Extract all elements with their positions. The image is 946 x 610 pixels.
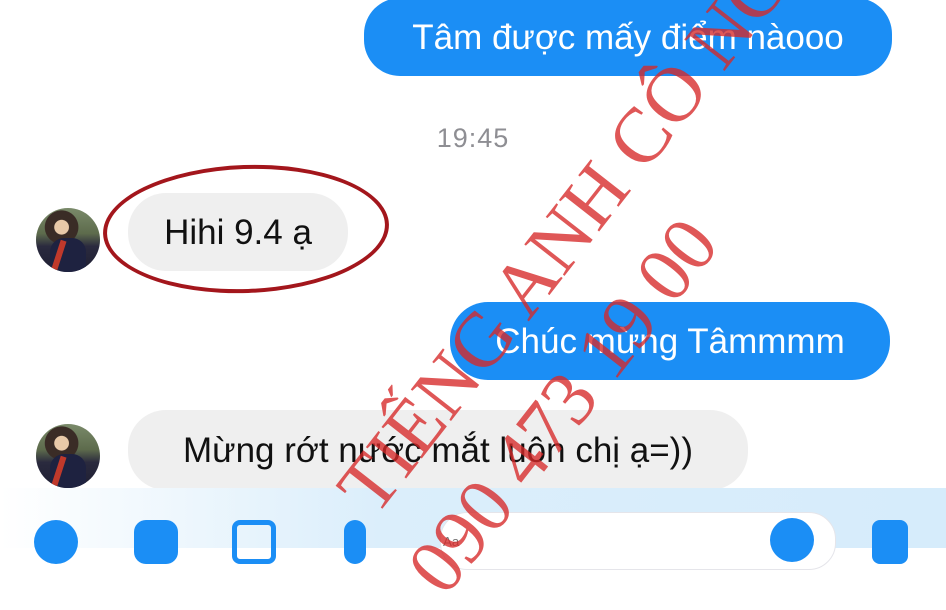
highlight-circle bbox=[100, 160, 392, 298]
plus-icon[interactable] bbox=[34, 520, 78, 564]
emoji-icon[interactable] bbox=[770, 518, 814, 562]
avatar[interactable] bbox=[36, 424, 100, 488]
message-text: Mừng rớt nước mắt luôn chị ạ=)) bbox=[182, 430, 693, 470]
avatar[interactable] bbox=[36, 208, 100, 272]
message-text: Chúc mừng Tâmmmm bbox=[495, 321, 845, 361]
camera-icon[interactable] bbox=[134, 520, 178, 564]
message-bubble-outgoing[interactable]: Chúc mừng Tâmmmm bbox=[450, 302, 890, 380]
message-bubble-outgoing[interactable]: Tâm được mấy điểm nàooo bbox=[364, 0, 892, 76]
message-text: Tâm được mấy điểm nàooo bbox=[412, 17, 844, 57]
gallery-icon[interactable] bbox=[232, 520, 276, 564]
mic-icon[interactable] bbox=[344, 520, 366, 564]
message-timestamp: 19:45 bbox=[436, 123, 510, 153]
thumbs-up-icon[interactable] bbox=[872, 520, 908, 564]
message-bubble-incoming[interactable]: Mừng rớt nước mắt luôn chị ạ=)) bbox=[128, 410, 748, 490]
chat-thread: Tâm được mấy điểm nàooo 19:45 Hihi 9.4 ạ… bbox=[0, 0, 946, 609]
